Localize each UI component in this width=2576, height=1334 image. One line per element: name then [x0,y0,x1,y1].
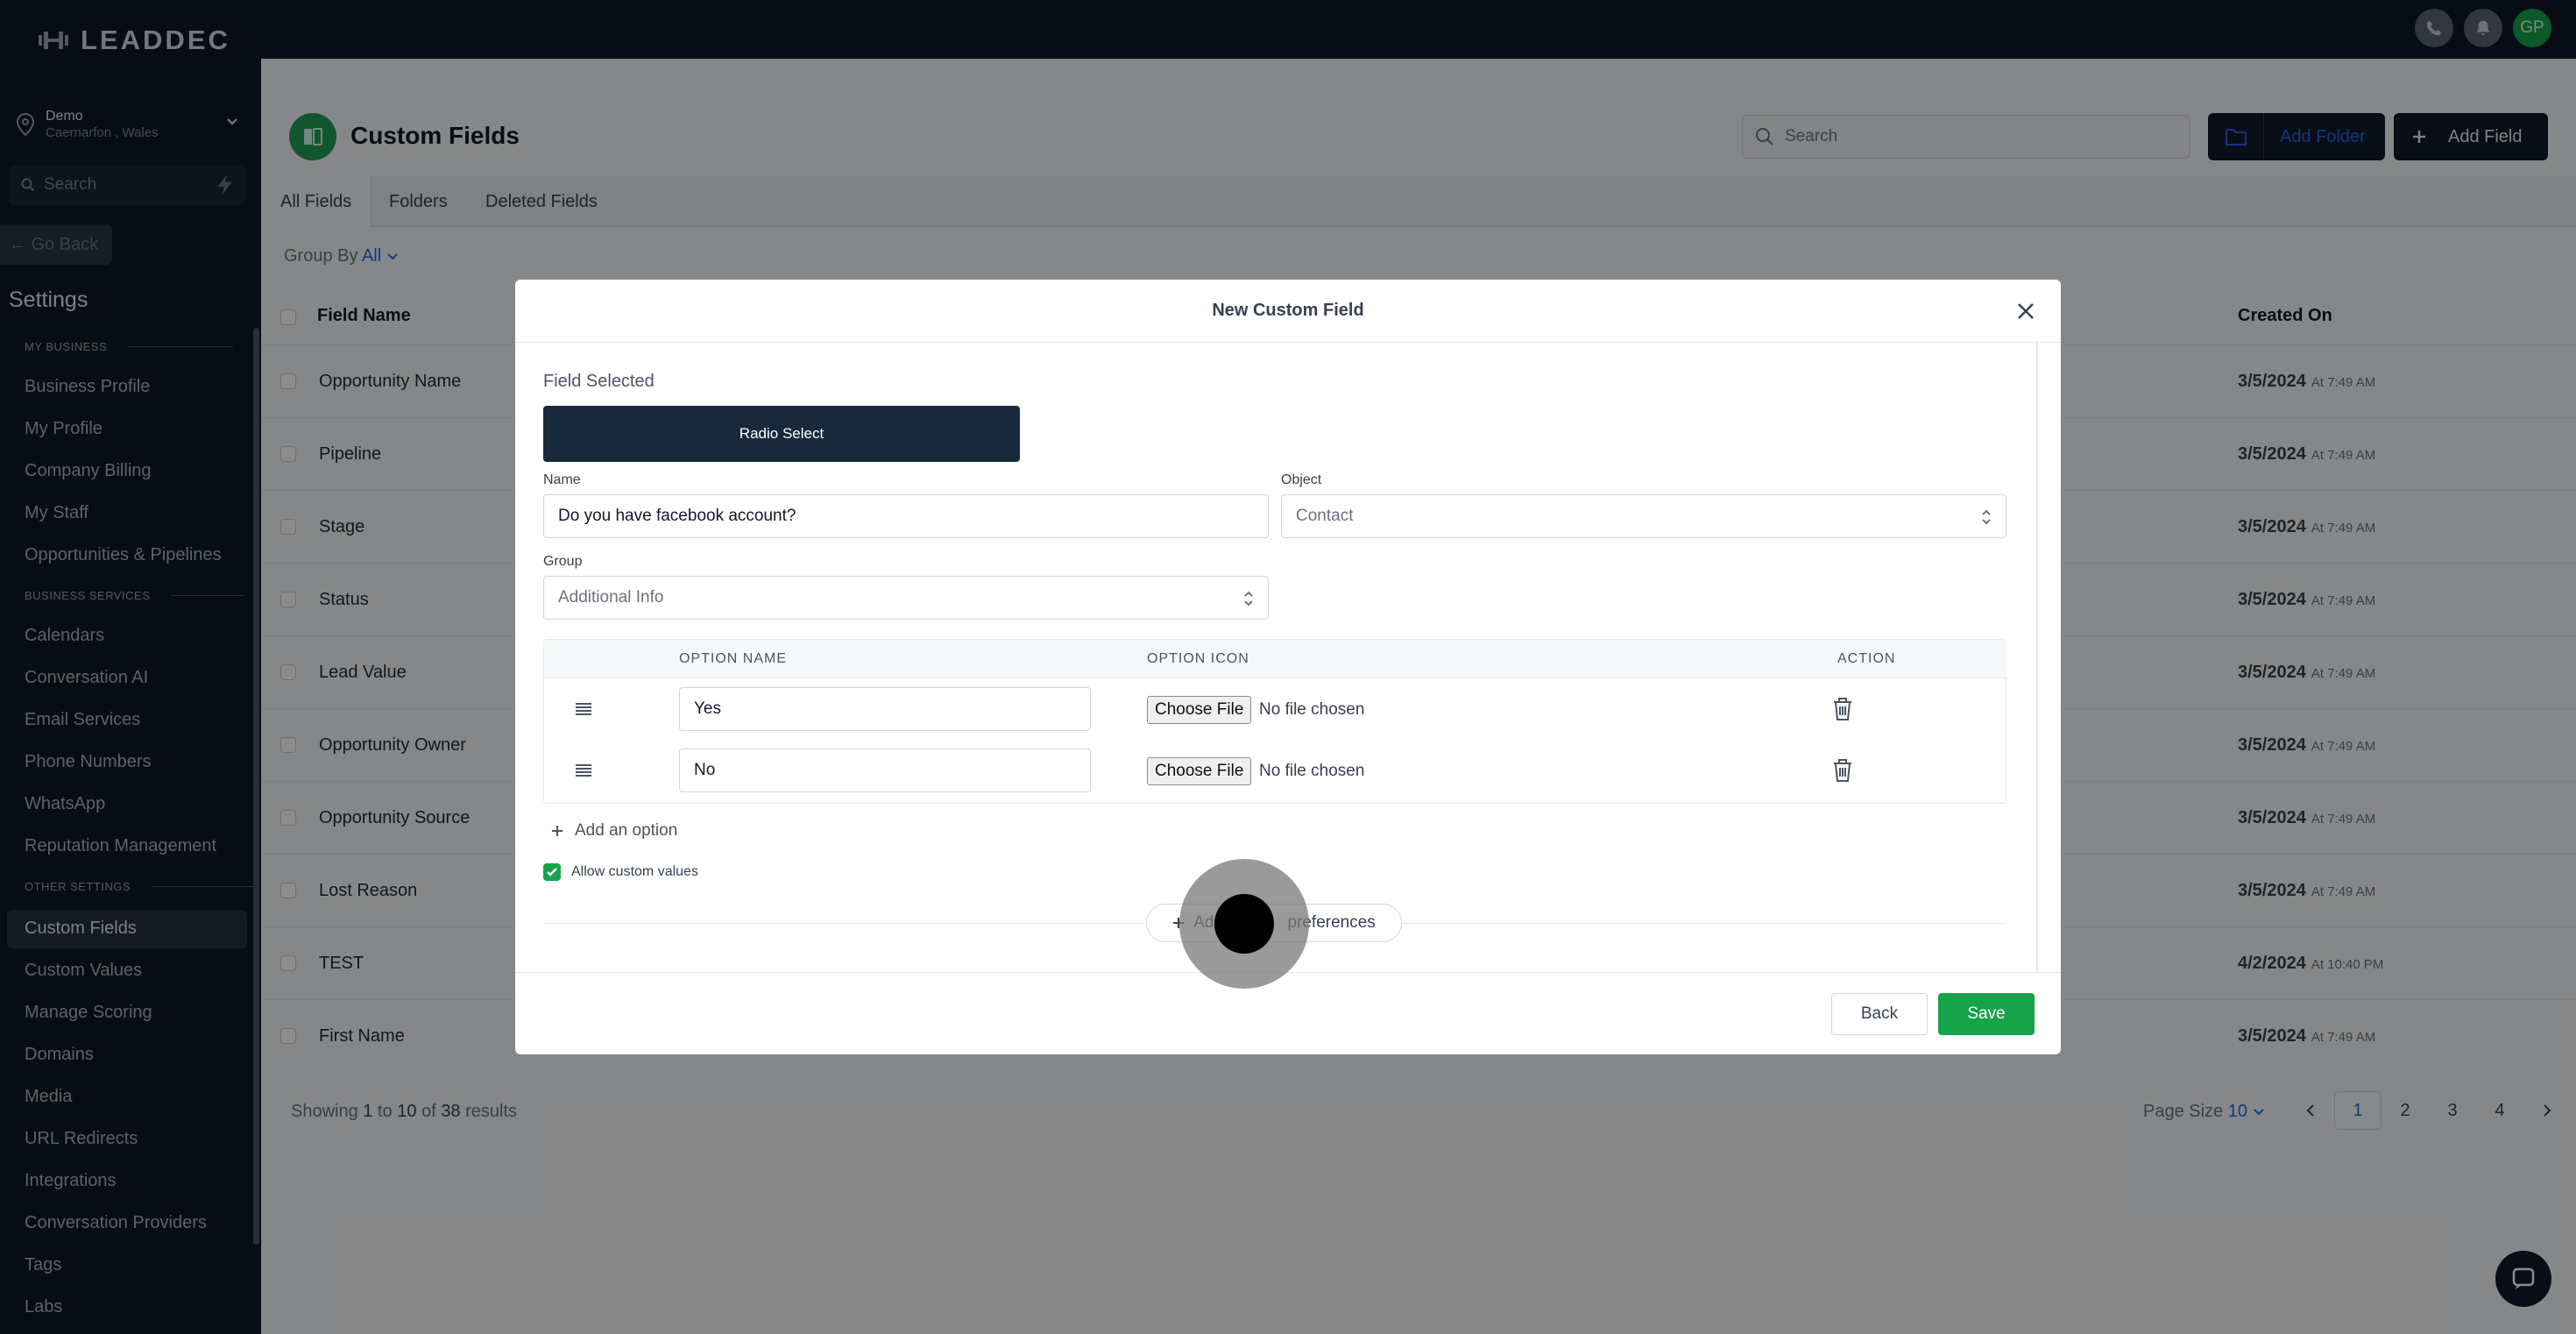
add-option-button[interactable]: Add an option [550,821,677,841]
group-select-value: Additional Info [558,588,664,607]
object-label: Object [1281,472,1322,487]
field-selected-label: Field Selected [543,372,655,391]
field-type-chip[interactable]: Radio Select [543,406,1020,462]
group-label: Group [543,554,583,569]
select-arrows-icon [1244,591,1253,607]
allow-custom-values-checkbox[interactable] [543,863,561,881]
object-select-value: Contact [1296,507,1354,525]
plus-icon [552,826,563,836]
options-table: OPTION NAME OPTION ICON ACTION Yes Choos… [543,639,2007,804]
trash-icon[interactable] [1830,757,1855,784]
column-header-option-name: OPTION NAME [679,651,788,666]
trash-icon[interactable] [1830,696,1855,722]
add-option-label: Add an option [575,821,678,840]
check-icon [547,868,557,876]
column-header-option-icon: OPTION ICON [1147,651,1249,666]
object-select[interactable]: Contact [1281,494,2006,538]
option-row: Yes Choose File No file chosen [544,678,2007,740]
file-status: No file chosen [1259,700,1365,719]
group-select[interactable]: Additional Info [543,576,1269,620]
cursor-indicator [1214,894,1274,954]
drag-handle-icon[interactable] [574,699,593,719]
allow-custom-values-label: Allow custom values [571,864,698,879]
option-name-input[interactable]: Yes [679,687,1091,731]
save-button[interactable]: Save [1938,993,2035,1035]
modal-footer-divider [515,972,2061,973]
option-name-input[interactable]: No [679,749,1091,792]
drag-handle-icon[interactable] [574,761,593,780]
option-row: No Choose File No file chosen [544,740,2007,801]
select-arrows-icon [1982,509,1991,525]
modal-scrollbar[interactable] [2036,343,2038,972]
choose-file-button[interactable]: Choose File [1147,757,1252,785]
allow-custom-values: Allow custom values [543,863,698,881]
back-button[interactable]: Back [1831,993,1928,1035]
choose-file-button[interactable]: Choose File [1147,696,1252,724]
close-icon[interactable] [2013,299,2038,323]
name-input[interactable]: Do you have facebook account? [543,494,1269,538]
column-header-action: ACTION [1837,651,1896,666]
modal-title: New Custom Field [1212,301,1364,320]
modal-header: New Custom Field [515,280,2061,343]
name-label: Name [543,472,581,487]
options-table-header: OPTION NAME OPTION ICON ACTION [544,640,2007,678]
file-status: No file chosen [1259,762,1365,780]
